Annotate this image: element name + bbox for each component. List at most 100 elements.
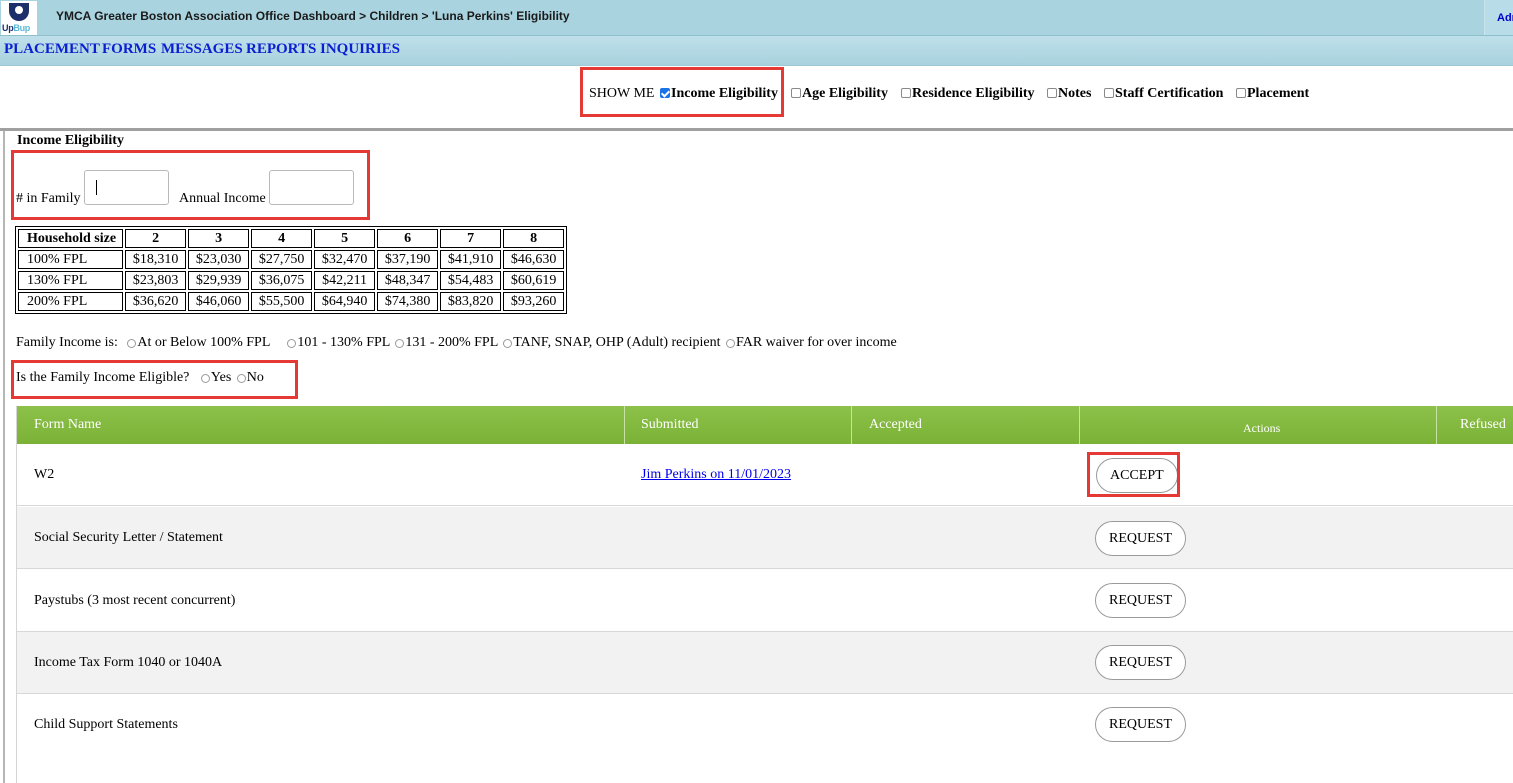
column-separator bbox=[624, 406, 625, 444]
checkbox-icon[interactable] bbox=[1236, 88, 1246, 98]
nav-forms[interactable]: FORMS bbox=[102, 41, 156, 58]
column-accepted: Accepted bbox=[869, 417, 922, 432]
table-cell: 100% FPL bbox=[18, 250, 124, 269]
breadcrumb: YMCA Greater Boston Association Office D… bbox=[56, 9, 570, 23]
forms-table-header: Form Name Submitted Accepted Actions Ref… bbox=[17, 406, 1513, 444]
table-header-cell: 6 bbox=[377, 229, 439, 248]
table-cell: $93,260 bbox=[503, 292, 565, 311]
form-name: Child Support Statements bbox=[34, 717, 178, 732]
table-cell: $23,030 bbox=[188, 250, 250, 269]
radio-fpl-131-200[interactable]: 131 - 200% FPL bbox=[395, 335, 498, 350]
admin-link[interactable]: Adm bbox=[1484, 0, 1513, 35]
table-cell: $46,060 bbox=[188, 292, 250, 311]
table-cell: $42,211 bbox=[314, 271, 376, 290]
form-name: W2 bbox=[34, 467, 55, 482]
radio-icon[interactable] bbox=[725, 339, 735, 348]
top-header-bar: UpBup YMCA Greater Boston Association Of… bbox=[0, 0, 1513, 36]
submitted-link[interactable]: Jim Perkins on 11/01/2023 bbox=[641, 444, 791, 506]
table-cell: 130% FPL bbox=[18, 271, 124, 290]
table-row: 100% FPL $18,310 $23,030 $27,750 $32,470… bbox=[18, 250, 565, 269]
table-cell: $83,820 bbox=[440, 292, 502, 311]
table-cell: $37,190 bbox=[377, 250, 439, 269]
filter-notes[interactable]: Notes bbox=[1047, 86, 1091, 116]
table-cell: $54,483 bbox=[440, 271, 502, 290]
radio-icon[interactable] bbox=[503, 339, 513, 348]
table-row: Paystubs (3 most recent concurrent) REQU… bbox=[17, 570, 1513, 632]
table-cell: $64,940 bbox=[314, 292, 376, 311]
radio-label: TANF, SNAP, OHP (Adult) recipient bbox=[513, 335, 721, 350]
family-income-label: Family Income is: bbox=[16, 335, 118, 350]
checkbox-icon[interactable] bbox=[1047, 88, 1057, 98]
form-name: Social Security Letter / Statement bbox=[34, 530, 223, 545]
column-separator bbox=[1436, 406, 1437, 444]
checkbox-icon[interactable] bbox=[1104, 88, 1114, 98]
table-cell: $18,310 bbox=[125, 250, 187, 269]
table-header-cell: Household size bbox=[18, 229, 124, 248]
filter-placement[interactable]: Placement bbox=[1236, 86, 1309, 116]
highlight-box bbox=[11, 360, 298, 399]
table-cell: 200% FPL bbox=[18, 292, 124, 311]
radio-label: At or Below 100% FPL bbox=[137, 335, 270, 350]
radio-icon[interactable] bbox=[395, 339, 405, 348]
table-header-cell: 8 bbox=[503, 229, 565, 248]
table-row: Income Tax Form 1040 or 1040A REQUEST bbox=[17, 632, 1513, 694]
filter-age-eligibility[interactable]: Age Eligibility bbox=[791, 86, 888, 116]
column-refused: Refused bbox=[1460, 417, 1506, 432]
family-income-row: Family Income is: At or Below 100% FPL 1… bbox=[16, 335, 897, 351]
section-divider bbox=[0, 128, 1513, 131]
nav-inquiries[interactable]: INQUIRIES bbox=[320, 41, 400, 58]
left-border bbox=[3, 131, 5, 783]
table-header-cell: 2 bbox=[125, 229, 187, 248]
table-row: 130% FPL $23,803 $29,939 $36,075 $42,211… bbox=[18, 271, 565, 290]
table-row: 200% FPL $36,620 $46,060 $55,500 $64,940… bbox=[18, 292, 565, 311]
radio-tanf-snap[interactable]: TANF, SNAP, OHP (Adult) recipient bbox=[503, 335, 720, 350]
nav-reports[interactable]: REPORTS bbox=[246, 41, 316, 58]
filter-label: Staff Certification bbox=[1115, 86, 1224, 101]
table-cell: $55,500 bbox=[251, 292, 313, 311]
table-row: Social Security Letter / Statement REQUE… bbox=[17, 507, 1513, 569]
table-cell: $48,347 bbox=[377, 271, 439, 290]
logo-wordmark: UpBup bbox=[2, 23, 31, 33]
radio-label: 131 - 200% FPL bbox=[405, 335, 498, 350]
filter-residence-eligibility[interactable]: Residence Eligibility bbox=[901, 86, 1035, 116]
column-separator bbox=[1079, 406, 1080, 444]
table-header-cell: 4 bbox=[251, 229, 313, 248]
table-cell: $27,750 bbox=[251, 250, 313, 269]
nav-messages[interactable]: MESSAGES bbox=[161, 41, 243, 58]
nav-placement[interactable]: PLACEMENT bbox=[4, 41, 100, 58]
table-cell: $29,939 bbox=[188, 271, 250, 290]
checkbox-icon[interactable] bbox=[791, 88, 801, 98]
filter-label: Placement bbox=[1247, 86, 1310, 101]
table-cell: $46,630 bbox=[503, 250, 565, 269]
table-row: W2 Jim Perkins on 11/01/2023 ACCEPT bbox=[17, 444, 1513, 506]
income-forms-table: Form Name Submitted Accepted Actions Ref… bbox=[16, 406, 1513, 783]
table-header-cell: 5 bbox=[314, 229, 376, 248]
request-button[interactable]: REQUEST bbox=[1095, 583, 1186, 618]
radio-icon[interactable] bbox=[127, 339, 137, 348]
radio-far-waiver[interactable]: FAR waiver for over income bbox=[725, 335, 897, 350]
request-button[interactable]: REQUEST bbox=[1095, 521, 1186, 556]
checkbox-icon[interactable] bbox=[901, 88, 911, 98]
radio-fpl-100[interactable]: At or Below 100% FPL bbox=[127, 335, 270, 350]
table-header-row: Household size 2 3 4 5 6 7 8 bbox=[18, 229, 565, 248]
column-separator bbox=[851, 406, 852, 444]
filter-label: Notes bbox=[1058, 86, 1092, 101]
table-header-cell: 7 bbox=[440, 229, 502, 248]
table-cell: $23,803 bbox=[125, 271, 187, 290]
radio-fpl-101-130[interactable]: 101 - 130% FPL bbox=[287, 335, 390, 350]
request-button[interactable]: REQUEST bbox=[1095, 707, 1186, 742]
section-title: Income Eligibility bbox=[17, 133, 124, 148]
upbup-logo[interactable]: UpBup bbox=[1, 1, 37, 35]
radio-icon[interactable] bbox=[287, 339, 297, 348]
table-cell: $74,380 bbox=[377, 292, 439, 311]
table-header-cell: 3 bbox=[188, 229, 250, 248]
column-form-name: Form Name bbox=[34, 417, 102, 432]
radio-label: FAR waiver for over income bbox=[735, 335, 897, 350]
main-nav: PLACEMENT FORMS MESSAGES REPORTS INQUIRI… bbox=[0, 36, 1513, 66]
filter-label: Residence Eligibility bbox=[912, 86, 1035, 101]
request-button[interactable]: REQUEST bbox=[1095, 645, 1186, 680]
filter-staff-certification[interactable]: Staff Certification bbox=[1104, 86, 1223, 116]
fpl-table: Household size 2 3 4 5 6 7 8 100% FPL $1… bbox=[15, 226, 568, 314]
highlight-box bbox=[1087, 452, 1180, 497]
table-cell: $36,620 bbox=[125, 292, 187, 311]
